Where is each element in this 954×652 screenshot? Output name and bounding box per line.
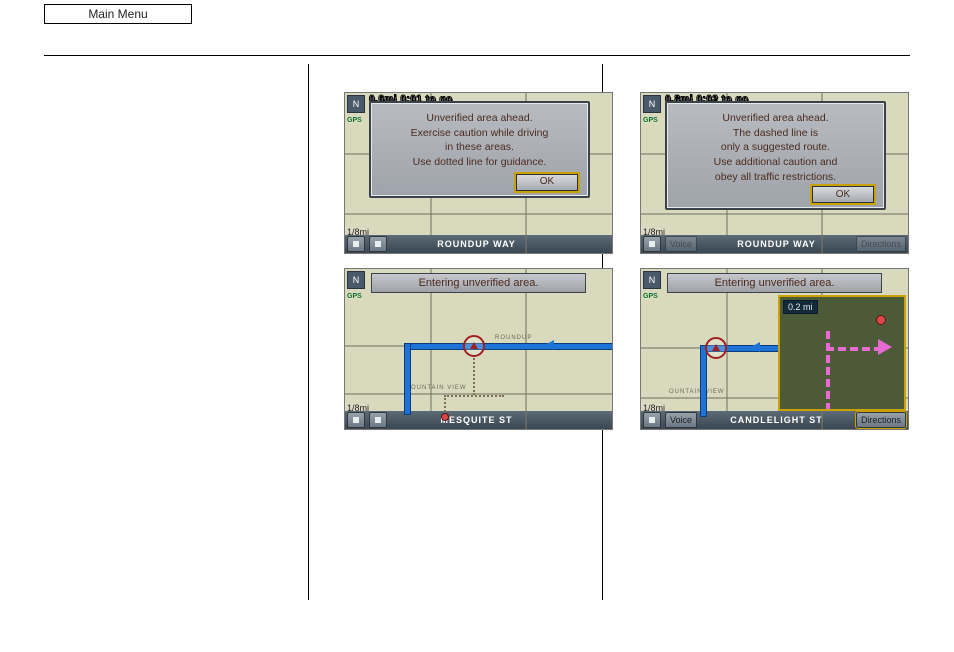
ok-button[interactable]: OK	[516, 174, 578, 191]
horizontal-rule	[44, 55, 910, 56]
dialog-line: in these areas.	[381, 140, 578, 155]
dialog-line: Unverified area ahead.	[381, 111, 578, 126]
street-label: OUNTAIN VIEW	[669, 389, 725, 395]
bottom-bar: ROUNDUP WAY	[345, 235, 612, 253]
entering-unverified-banner: Entering unverified area.	[667, 273, 882, 293]
street-label: ROUNDUP	[495, 335, 532, 341]
current-street: MESQUITE ST	[389, 415, 564, 425]
dialog-line: Exercise caution while driving	[381, 126, 578, 141]
gps-badge: GPS	[640, 293, 658, 300]
icon-button[interactable]	[643, 236, 661, 252]
vehicle-marker-icon	[463, 335, 485, 357]
caution-dialog: Unverified area ahead. Exercise caution …	[369, 101, 590, 198]
column-divider	[308, 64, 309, 600]
compass-icon: N	[347, 271, 365, 289]
dialog-line: obey all traffic restrictions.	[677, 170, 874, 185]
dialog-line: only a suggested route.	[677, 140, 874, 155]
voice-button[interactable]: Voice	[665, 412, 697, 428]
current-street: ROUNDUP WAY	[699, 239, 854, 249]
compass-icon: N	[347, 95, 365, 113]
nav-screenshot-caution-dotted: N GPS 0.6mi 0:01 to go Unverified area a…	[344, 92, 613, 254]
bottom-bar: Voice ROUNDUP WAY Directions	[641, 235, 908, 253]
entering-unverified-banner: Entering unverified area.	[371, 273, 586, 293]
gps-badge: GPS	[344, 293, 362, 300]
main-menu-label: Main Menu	[88, 7, 147, 21]
ok-button[interactable]: OK	[812, 186, 874, 203]
voice-button[interactable]: Voice	[665, 236, 697, 252]
directions-button[interactable]: Directions	[856, 412, 906, 428]
turn-preview: 0.2 mi	[778, 295, 906, 411]
bottom-bar: Voice CANDLELIGHT ST Directions	[641, 411, 908, 429]
icon-button[interactable]	[347, 412, 365, 428]
icon-button[interactable]	[369, 412, 387, 428]
compass-icon: N	[643, 95, 661, 113]
dialog-line: Use additional caution and	[677, 155, 874, 170]
turn-distance: 0.2 mi	[783, 300, 818, 314]
nav-screenshot-caution-dashed: N GPS 0.8mi 0:02 to go Unverified area a…	[640, 92, 909, 254]
dialog-line: Unverified area ahead.	[677, 111, 874, 126]
caution-dialog: Unverified area ahead. The dashed line i…	[665, 101, 886, 210]
icon-button[interactable]	[347, 236, 365, 252]
street-label: MOUNTAIN VIEW	[405, 385, 467, 391]
destination-dot-icon	[441, 413, 449, 421]
icon-button[interactable]	[643, 412, 661, 428]
main-menu-button[interactable]: Main Menu	[44, 4, 192, 24]
icon-button[interactable]	[369, 236, 387, 252]
gps-badge: GPS	[640, 117, 658, 124]
current-street: ROUNDUP WAY	[389, 239, 564, 249]
directions-button[interactable]: Directions	[856, 236, 906, 252]
gps-badge: GPS	[344, 117, 362, 124]
dialog-line: The dashed line is	[677, 126, 874, 141]
nav-screenshot-dashed-route: N GPS Entering unverified area. OUNTAIN …	[640, 268, 909, 430]
compass-icon: N	[643, 271, 661, 289]
nav-screenshot-dotted-route: N GPS Entering unverified area. ROUNDUP …	[344, 268, 613, 430]
dialog-line: Use dotted line for guidance.	[381, 155, 578, 170]
current-street: CANDLELIGHT ST	[699, 415, 854, 425]
turn-arrow-icon	[878, 339, 892, 355]
bottom-bar: MESQUITE ST	[345, 411, 612, 429]
vehicle-marker-icon	[705, 337, 727, 359]
destination-dot-icon	[876, 315, 886, 325]
